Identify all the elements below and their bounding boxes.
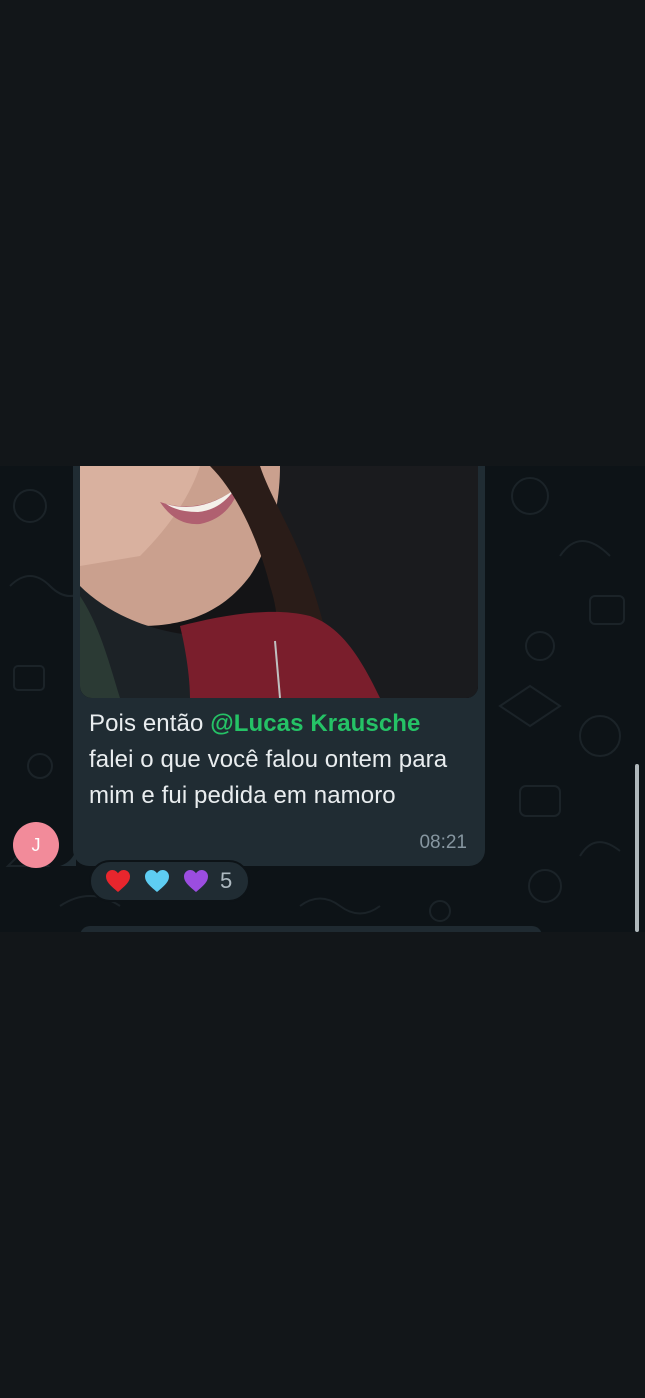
purple-heart-icon (183, 868, 209, 894)
photo-image (80, 466, 478, 698)
bubble-tail (60, 850, 76, 866)
reaction-count: 5 (220, 868, 233, 893)
light-blue-heart-icon (144, 868, 170, 894)
message-photo[interactable] (80, 466, 478, 698)
sender-avatar[interactable]: J (13, 822, 59, 868)
mention-link[interactable]: @Lucas Krausche (210, 710, 420, 737)
message-bubble[interactable]: Pois então @Lucas Krausche falei o que v… (73, 466, 485, 866)
screen: Pois então @Lucas Krausche falei o que v… (0, 0, 645, 1398)
message-timestamp: 08:21 (419, 832, 467, 853)
scrollbar[interactable] (635, 764, 639, 932)
next-message-bubble-edge (80, 926, 542, 932)
chat-area[interactable]: Pois então @Lucas Krausche falei o que v… (0, 466, 645, 932)
red-heart-icon (105, 868, 131, 894)
message-text: Pois então @Lucas Krausche falei o que v… (89, 706, 471, 814)
reactions-bar[interactable]: 5 (89, 860, 250, 902)
message-text-after: falei o que você falou ontem para mim e … (89, 746, 448, 809)
message-text-before: Pois então (89, 710, 211, 737)
